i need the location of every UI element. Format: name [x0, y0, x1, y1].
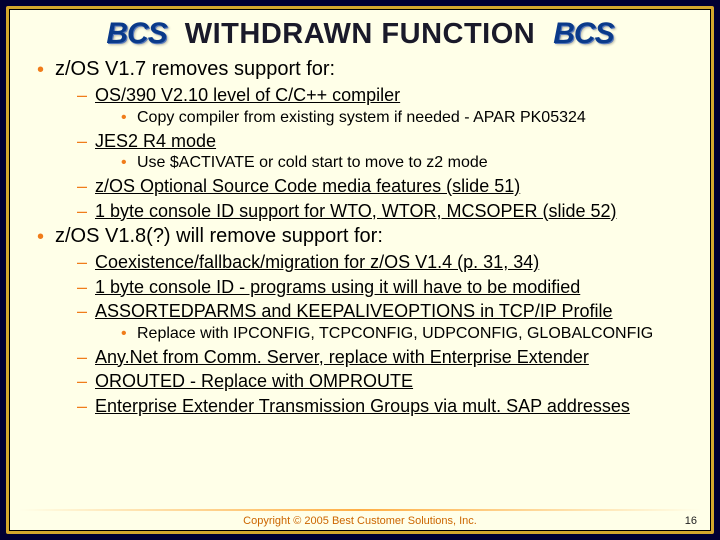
slide: BCS WITHDRAWN FUNCTION BCS z/OS V1.7 rem… — [6, 6, 714, 534]
s1-item-a: OS/390 V2.10 level of C/C++ compiler Cop… — [77, 84, 693, 128]
s2-item-d-text: Any.Net from Comm. Server, replace with … — [95, 347, 589, 367]
page-number: 16 — [685, 515, 697, 527]
slide-title: WITHDRAWN FUNCTION — [185, 18, 536, 51]
s1-item-d-text: 1 byte console ID support for WTO, WTOR,… — [95, 201, 617, 221]
section-1-head-text: z/OS V1.7 removes support for: — [55, 58, 335, 80]
s1-item-a-sub: Copy compiler from existing system if ne… — [121, 108, 693, 128]
s2-item-c-text: ASSORTEDPARMS and KEEPALIVEOPTIONS in TC… — [95, 301, 613, 321]
s1-item-c: z/OS Optional Source Code media features… — [77, 175, 693, 198]
s2-item-a: Coexistence/fallback/migration for z/OS … — [77, 251, 693, 274]
s2-item-b: 1 byte console ID - programs using it wi… — [77, 276, 693, 299]
s2-item-b-text: 1 byte console ID - programs using it wi… — [95, 277, 580, 297]
section-1-head: z/OS V1.7 removes support for: OS/390 V2… — [37, 57, 693, 222]
logo-left: BCS — [106, 17, 166, 51]
section-2-head-text: z/OS V1.8(?) will remove support for: — [55, 225, 383, 247]
divider-line — [19, 509, 701, 511]
content-area: z/OS V1.7 removes support for: OS/390 V2… — [9, 57, 711, 417]
s2-item-a-text: Coexistence/fallback/migration for z/OS … — [95, 252, 539, 272]
s1-item-b: JES2 R4 mode Use $ACTIVATE or cold start… — [77, 130, 693, 174]
s1-item-b-text: JES2 R4 mode — [95, 131, 216, 151]
s2-item-d: Any.Net from Comm. Server, replace with … — [77, 346, 693, 369]
s1-item-c-text: z/OS Optional Source Code media features… — [95, 176, 520, 196]
s1-item-a-text: OS/390 V2.10 level of C/C++ compiler — [95, 85, 400, 105]
s2-item-e-text: OROUTED - Replace with OMPROUTE — [95, 371, 413, 391]
s2-item-f-text: Enterprise Extender Transmission Groups … — [95, 396, 630, 416]
s2-item-c-sub: Replace with IPCONFIG, TCPCONFIG, UDPCON… — [121, 324, 693, 344]
s2-item-e: OROUTED - Replace with OMPROUTE — [77, 370, 693, 393]
s2-item-f: Enterprise Extender Transmission Groups … — [77, 395, 693, 418]
logo-right: BCS — [553, 17, 613, 51]
header: BCS WITHDRAWN FUNCTION BCS — [9, 9, 711, 55]
footer-copyright: Copyright © 2005 Best Customer Solutions… — [9, 515, 711, 527]
s1-item-d: 1 byte console ID support for WTO, WTOR,… — [77, 200, 693, 223]
s2-item-c: ASSORTEDPARMS and KEEPALIVEOPTIONS in TC… — [77, 300, 693, 344]
s1-item-b-sub: Use $ACTIVATE or cold start to move to z… — [121, 153, 693, 173]
section-2-head: z/OS V1.8(?) will remove support for: Co… — [37, 224, 693, 417]
